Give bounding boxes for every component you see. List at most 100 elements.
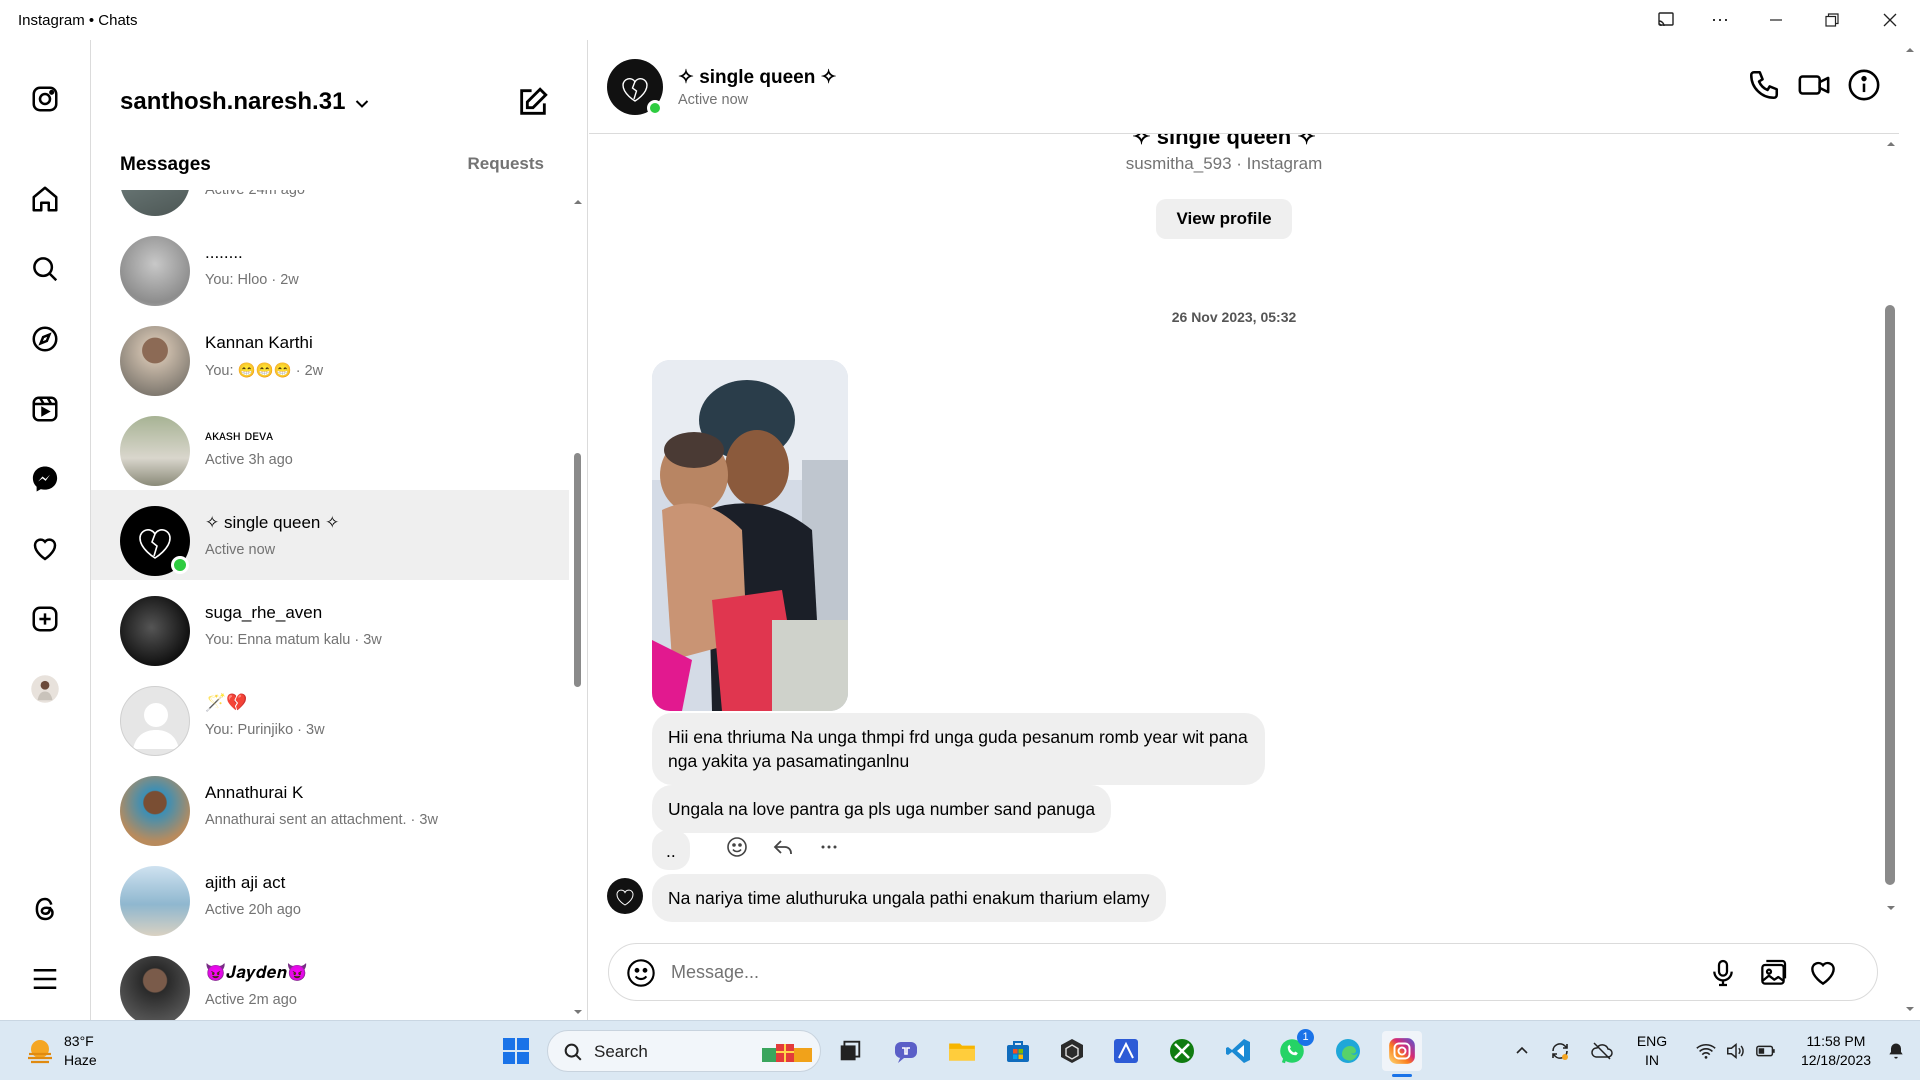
weather-description: Haze (64, 1052, 97, 1068)
message-input[interactable] (671, 958, 1571, 986)
instagram-logo-icon[interactable] (26, 80, 64, 118)
chat-contact-name[interactable]: ✧ single queen ✧ (678, 66, 837, 89)
message-timestamp: 26 Nov 2023, 05:32 (1171, 309, 1297, 325)
thread-subtitle: Active now (205, 542, 276, 558)
home-icon[interactable] (26, 180, 64, 218)
avatar (120, 596, 190, 666)
xbox-icon[interactable] (1162, 1031, 1202, 1071)
menu-icon[interactable] (26, 960, 64, 998)
profile-avatar[interactable] (26, 670, 64, 708)
create-icon[interactable] (26, 600, 64, 638)
thread-list-scroll-thumb[interactable] (574, 453, 581, 687)
message-actions (725, 835, 841, 864)
conversation-info-icon[interactable] (1847, 68, 1883, 104)
instagram-app-icon[interactable] (1382, 1031, 1422, 1077)
image-upload-icon[interactable] (1757, 957, 1789, 989)
react-emoji-icon[interactable] (725, 835, 749, 864)
thread-item[interactable]: Active 24m ago (91, 190, 569, 220)
view-profile-button[interactable]: View profile (1156, 199, 1292, 239)
explore-icon[interactable] (26, 320, 64, 358)
edge-browser-icon[interactable] (1328, 1031, 1368, 1071)
taskbar-search[interactable]: Search (547, 1030, 821, 1072)
onedrive-offline-icon[interactable] (1582, 1031, 1622, 1071)
more-options-icon[interactable]: ⋯ (1692, 0, 1748, 40)
taskbar-search-label: Search (594, 1042, 648, 1061)
message-bubble[interactable]: Na nariya time aluthuruka ungala pathi e… (652, 874, 1166, 922)
file-explorer-icon[interactable] (942, 1031, 982, 1071)
thread-item[interactable]: suga_rhe_aven You: Enna matum kalu · 3w (91, 580, 569, 670)
window-scrollbar[interactable] (1900, 40, 1920, 1020)
thread-item[interactable]: Kannan Karthi You: 😁😁😁 · 2w (91, 310, 569, 400)
wifi-icon (1696, 1044, 1716, 1059)
notification-bell-icon[interactable] (1878, 1031, 1914, 1071)
reply-icon[interactable] (771, 835, 795, 864)
restore-button[interactable] (1804, 0, 1860, 40)
account-switcher[interactable]: santhosh.naresh.31 (120, 88, 369, 116)
whatsapp-icon[interactable]: 1 (1272, 1029, 1314, 1071)
vscode-icon[interactable] (1218, 1031, 1258, 1071)
video-call-icon[interactable] (1797, 68, 1833, 104)
thread-subtitle: Active 2m ago (205, 992, 297, 1008)
battery-icon (1756, 1045, 1775, 1057)
avatar (120, 326, 190, 396)
weather-haze-icon[interactable] (24, 1035, 56, 1067)
audio-call-icon[interactable] (1747, 68, 1783, 104)
notifications-heart-icon[interactable] (26, 530, 64, 568)
teams-chat-icon[interactable] (886, 1031, 926, 1071)
chat-header: ✧ single queen ✧ Active now (589, 40, 1899, 134)
avatar (120, 686, 190, 756)
inbox-panel: santhosh.naresh.31 Messages Requests Act… (91, 40, 588, 1020)
messenger-icon[interactable] (26, 460, 64, 498)
active-app-indicator (1392, 1074, 1412, 1077)
thread-name: Kannan Karthi (205, 333, 313, 352)
show-hidden-icons-chevron-icon[interactable] (1502, 1031, 1542, 1071)
thread-item[interactable]: ᴀᴋᴀsʜ ᴅᴇᴠᴀ Active 3h ago (91, 400, 569, 490)
sync-icon[interactable] (1540, 1031, 1580, 1071)
thread-name: Annathurai K (205, 783, 304, 802)
new-message-icon[interactable] (516, 85, 550, 119)
volume-icon (1727, 1043, 1744, 1059)
taskbar: 83°F Haze Search 1 ENG IN 11:58 PM 12/18… (0, 1020, 1920, 1080)
sender-avatar[interactable] (607, 878, 643, 914)
more-message-options-icon[interactable] (817, 835, 841, 864)
thread-subtitle: You: Purinjiko · 3w (205, 722, 325, 738)
thread-subtitle: You: Hloo · 2w (205, 272, 299, 288)
input-language[interactable]: ENG IN (1632, 1032, 1672, 1070)
thread-subtitle: Annathurai sent an attachment. · 3w (205, 812, 438, 828)
reels-icon[interactable] (26, 390, 64, 428)
avatar (120, 866, 190, 936)
clock-date: 12/18/2023 (1800, 1052, 1872, 1068)
like-heart-icon[interactable] (1807, 957, 1839, 989)
chat-scroll-thumb[interactable] (1885, 305, 1895, 885)
message-bubble[interactable]: Hii ena thriuma Na unga thmpi frd unga g… (652, 713, 1265, 785)
start-button[interactable] (496, 1031, 536, 1071)
messages-heading: Messages (120, 154, 211, 175)
unity-hub-icon[interactable] (1052, 1031, 1092, 1071)
online-indicator (171, 556, 189, 574)
avatar (120, 190, 190, 216)
thread-subtitle: Active 24m ago (205, 190, 305, 198)
clock[interactable]: 11:58 PM 12/18/2023 (1786, 1032, 1886, 1070)
thread-item[interactable]: 🪄💔 You: Purinjiko · 3w (91, 670, 569, 760)
task-view-icon[interactable] (830, 1031, 870, 1071)
emoji-icon[interactable] (625, 957, 657, 989)
threads-icon[interactable] (26, 890, 64, 928)
shared-photo[interactable] (652, 360, 848, 711)
quick-settings-tray[interactable] (1676, 1031, 1796, 1071)
thread-item[interactable]: Annathurai K Annathurai sent an attachme… (91, 760, 569, 850)
nav-rail (0, 40, 91, 1020)
close-button[interactable] (1862, 0, 1918, 40)
cast-icon[interactable] (1638, 0, 1694, 40)
requests-link[interactable]: Requests (467, 154, 544, 174)
message-bubble[interactable]: Ungala na love pantra ga pls uga number … (652, 785, 1112, 833)
thread-item[interactable]: ajith aji act Active 20h ago (91, 850, 569, 940)
message-bubble[interactable]: .. (652, 830, 690, 870)
thread-item-active[interactable]: ✧ single queen ✧ Active now (91, 490, 569, 580)
thread-item[interactable]: ........ You: Hloo · 2w (91, 220, 569, 310)
minimize-button[interactable] (1748, 0, 1804, 40)
microphone-icon[interactable] (1707, 957, 1739, 989)
microsoft-store-icon[interactable] (998, 1031, 1038, 1071)
thread-item[interactable]: 😈𝑱𝒂𝒚𝒅𝒆𝒏😈 Active 2m ago (91, 940, 569, 1020)
visual-studio-icon[interactable] (1106, 1031, 1146, 1071)
search-icon[interactable] (26, 250, 64, 288)
